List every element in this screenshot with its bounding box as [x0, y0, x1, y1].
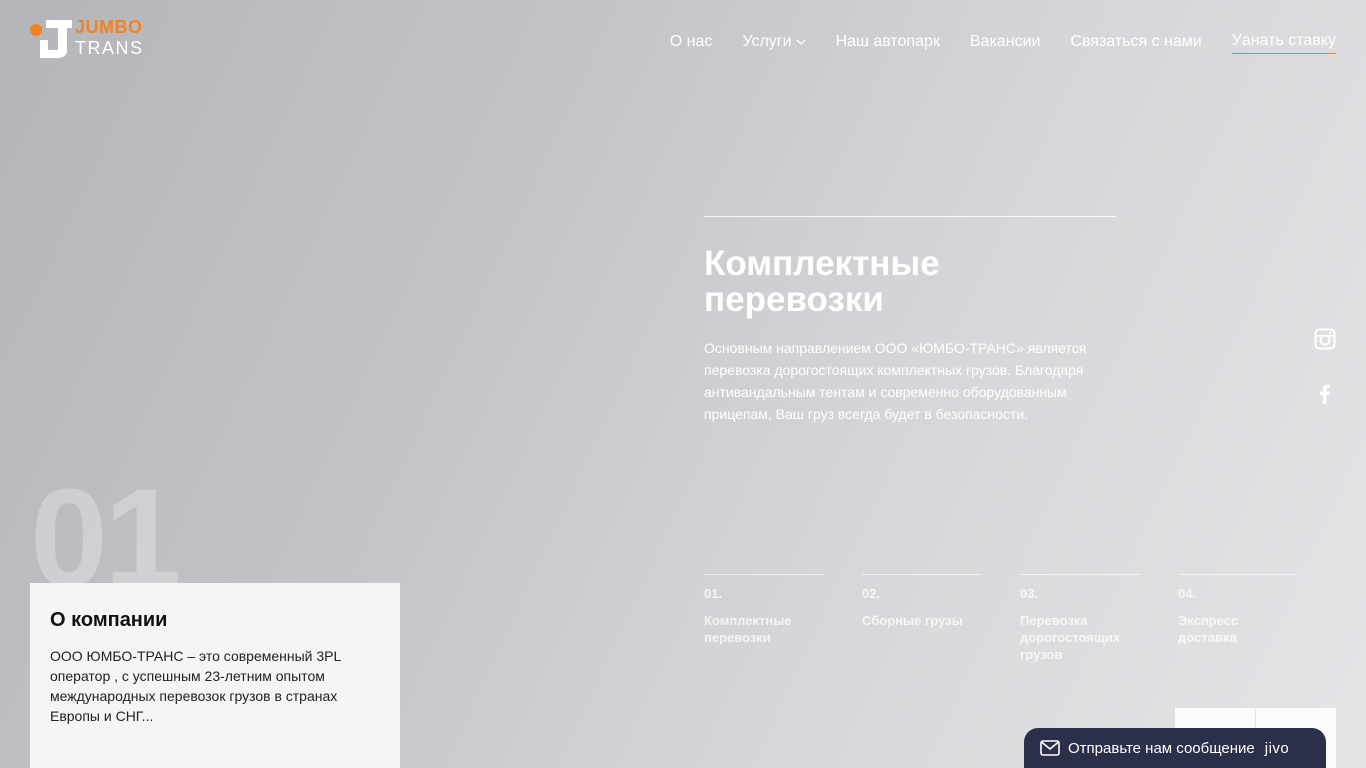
slide-tab-number: 03.: [1020, 586, 1039, 601]
hero-title: Комплектные перевозки: [704, 244, 940, 319]
site-logo[interactable]: JUMBO TRANS: [30, 17, 150, 62]
chevron-down-icon: [796, 39, 806, 45]
about-text: ООО ЮМБО-ТРАНС – это современный 3PL опе…: [50, 648, 341, 724]
slide-tab-4[interactable]: 04. Экспресс доставка: [1178, 574, 1298, 663]
nav-get-quote-label: Уанать ставку: [1231, 31, 1336, 49]
slide-tab-label: Комплектные перевозки: [704, 613, 792, 645]
about-title: О компании: [50, 609, 168, 631]
nav-fleet-label: Наш автопарк: [835, 33, 940, 50]
nav-vacancies-label: Вакансии: [969, 33, 1041, 50]
slide-tab-label: Экспресс доставка: [1178, 613, 1239, 645]
slide-tab-number: 04.: [1178, 586, 1197, 601]
nav-about[interactable]: О нас: [670, 30, 713, 54]
slide-tab-2[interactable]: 02. Сборные грузы: [862, 574, 982, 663]
nav-fleet[interactable]: Наш автопарк: [836, 30, 940, 54]
slide-tab-1[interactable]: 01. Комплектные перевозки: [704, 574, 824, 663]
chat-widget-label: Отправьте нам сообщение: [1068, 739, 1255, 757]
logo-text-trans: TRANS: [75, 38, 144, 58]
nav-contact-label: Связаться с нами: [1070, 33, 1202, 50]
slide-tab-label: Сборные грузы: [862, 613, 963, 628]
nav-vacancies[interactable]: Вакансии: [970, 30, 1041, 54]
slide-tab-number: 01.: [704, 586, 723, 601]
nav-services[interactable]: Услуги: [742, 30, 806, 54]
logo-text-jumbo: JUMBO: [75, 17, 143, 37]
nav-get-quote[interactable]: Уанать ставку: [1231, 30, 1336, 54]
hero-divider: [704, 216, 1116, 217]
nav-contact[interactable]: Связаться с нами: [1070, 30, 1201, 54]
slide-tabs: 01. Комплектные перевозки 02. Сборные гр…: [704, 574, 1298, 663]
chat-widget-button[interactable]: Отправьте нам сообщение jivo: [1024, 728, 1326, 768]
hero-description: Основным направлением ООО «ЮМБО-ТРАНС» я…: [704, 340, 1087, 422]
main-nav: О нас Услуги Наш автопарк Вакансии Связа…: [670, 30, 1336, 54]
slide-tab-number: 02.: [862, 586, 881, 601]
instagram-icon[interactable]: [1314, 328, 1336, 350]
logo-j-mark: [40, 20, 72, 58]
nav-about-label: О нас: [669, 33, 713, 50]
jivo-logo: jivo: [1264, 739, 1290, 757]
facebook-icon[interactable]: [1314, 383, 1336, 405]
slide-tab-label: Перевозка дорогостоящих грузов: [1020, 613, 1121, 662]
slide-tab-3[interactable]: 03. Перевозка дорогостоящих грузов: [1020, 574, 1140, 663]
nav-services-label: Услуги: [742, 33, 792, 50]
about-card[interactable]: О компании ООО ЮМБО-ТРАНС – это современ…: [30, 583, 400, 768]
envelope-icon: [1040, 740, 1060, 756]
